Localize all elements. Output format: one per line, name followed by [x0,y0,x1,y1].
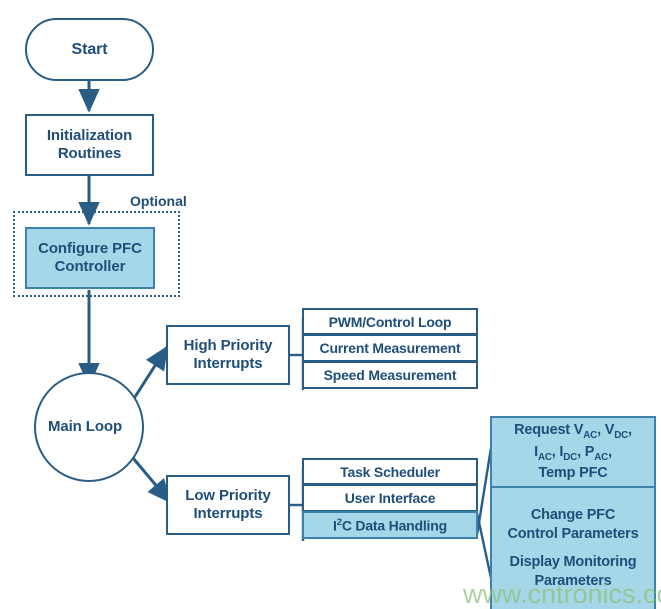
task-label: PWM/Control Loop [328,313,452,330]
task-row-current-measurement[interactable]: Current Measurement [302,334,478,362]
task-label: Current Measurement [319,340,461,356]
node-initialization-line-2: Routines [57,145,122,162]
detail-request-line-2: IAC, IDC, PAC, [534,443,612,465]
wire-i2c-to-change-cell [475,512,493,579]
request-sep-2: , P [577,443,595,460]
detail-display-line-1: Display Monitoring [509,554,637,570]
node-low-priority-line-2: Interrupts [193,505,263,522]
task-row-pwm-control-loop[interactable]: PWM/Control Loop [302,308,478,335]
request-mid: , V [597,421,615,438]
request-sub-pac: AC [594,451,609,463]
node-high-priority-interrupts[interactable]: High Priority Interrupts [166,325,290,385]
request-sep-1: , I [551,443,564,460]
flowchart-canvas: Start Initialization Routines Optional C… [0,0,661,609]
request-sep-3: , [608,443,612,460]
low-priority-task-stack: Task Scheduler User Interface I2C Data H… [302,458,478,539]
node-high-priority-line-2: Interrupts [193,355,263,372]
request-prefix: Request V [514,421,584,438]
request-suffix: , [628,421,632,438]
node-initialization-label: Initialization Routines [47,127,132,164]
task-row-task-scheduler[interactable]: Task Scheduler [302,458,478,485]
task-row-speed-measurement[interactable]: Speed Measurement [302,361,478,389]
request-sub-vdc: DC [614,429,629,441]
task-label: Speed Measurement [323,367,457,383]
node-low-priority-line-1: Low Priority [185,486,271,504]
task-label: User Interface [344,490,436,506]
node-main-loop-label: Main Loop [47,417,123,435]
request-sub-vac: AC [583,429,598,441]
task-label: Task Scheduler [340,463,440,480]
detail-change-line-1: Change PFC [530,507,616,524]
optional-label: Optional [130,193,187,209]
node-low-priority-label: Low Priority Interrupts [185,486,271,524]
node-high-priority-line-1: High Priority [183,336,273,354]
node-main-loop[interactable]: Main Loop [34,372,144,482]
task-label-i2c: I2C Data Handling [333,517,447,534]
node-configure-pfc-controller[interactable]: Configure PFC Controller [25,227,155,289]
request-sub-iac: AC [537,451,552,463]
node-start[interactable]: Start [25,18,154,81]
node-configure-pfc-line-1: Configure PFC [38,239,142,257]
node-high-priority-label: High Priority Interrupts [184,337,273,374]
node-low-priority-interrupts[interactable]: Low Priority Interrupts [166,475,290,535]
detail-request-line-1: Request VAC, VDC, [514,421,632,443]
node-initialization-line-1: Initialization [46,126,133,144]
wire-i2c-to-request-cell [475,447,493,536]
task-row-user-interface[interactable]: User Interface [302,484,478,512]
node-initialization-routines[interactable]: Initialization Routines [25,114,154,176]
high-priority-task-stack: PWM/Control Loop Current Measurement Spe… [302,308,478,389]
request-sub-idc: DC [563,451,578,463]
node-start-label: Start [71,40,108,58]
node-configure-pfc-line-2: Controller [54,258,126,275]
watermark-cntronics: www.cntronics.com [463,579,661,609]
wire-mainloop-to-low-priority [131,457,172,504]
task-row-i2c-data-handling[interactable]: I2C Data Handling [302,511,478,539]
detail-cell-request-values[interactable]: Request VAC, VDC, IAC, IDC, PAC, Temp PF… [490,416,656,488]
detail-change-line-2: Control Parameters [507,526,639,543]
wire-mainloop-to-high-priority [131,345,169,401]
i2c-suffix: C Data Handling [341,517,447,534]
detail-request-line-3: Temp PFC [538,465,608,482]
node-configure-pfc-label: Configure PFC Controller [38,240,142,277]
